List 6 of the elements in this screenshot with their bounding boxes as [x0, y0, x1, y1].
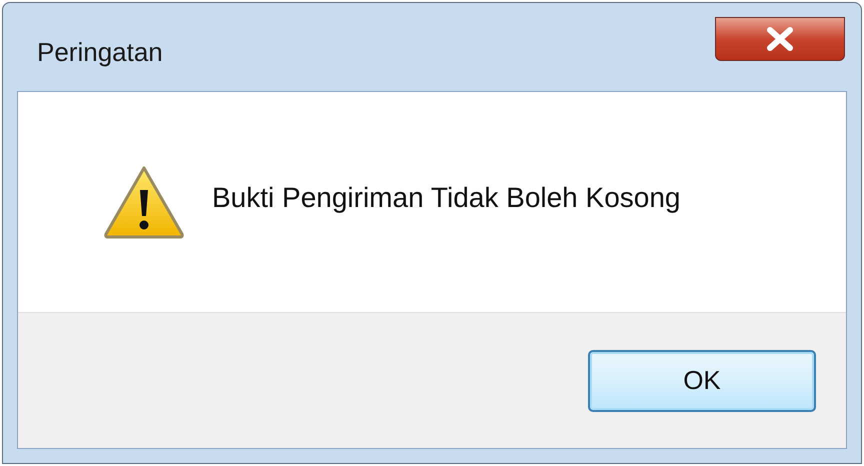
- ok-button[interactable]: OK: [588, 350, 816, 412]
- warning-icon: [102, 164, 186, 240]
- message-text: Bukti Pengiriman Tidak Boleh Kosong: [212, 181, 680, 215]
- close-icon: [765, 27, 795, 51]
- window-title: Peringatan: [37, 36, 163, 69]
- close-button[interactable]: [715, 17, 845, 61]
